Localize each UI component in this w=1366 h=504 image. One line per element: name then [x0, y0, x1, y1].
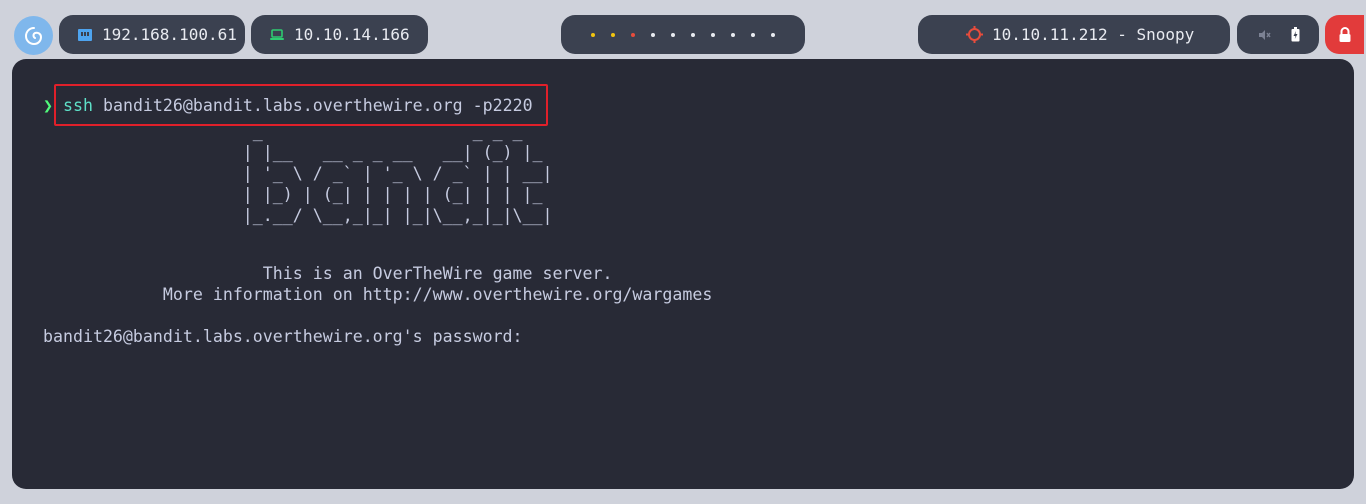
- terminal-window[interactable]: ❯ ssh bandit26@bandit.labs.overthewire.o…: [12, 59, 1354, 489]
- crosshair-icon: [966, 26, 983, 43]
- workspace-dot[interactable]: [751, 32, 755, 37]
- workspace-dot[interactable]: [711, 32, 715, 37]
- speaker-muted-icon[interactable]: [1257, 28, 1271, 42]
- command-name: ssh: [63, 96, 93, 115]
- workspace-dot[interactable]: [591, 32, 595, 37]
- command-args: bandit26@bandit.labs.overthewire.org -p2…: [92, 96, 533, 115]
- workspace-dot[interactable]: [771, 32, 775, 37]
- lock-icon: [1338, 26, 1352, 43]
- system-tray[interactable]: [1237, 15, 1319, 54]
- workspace-dot[interactable]: [651, 32, 655, 37]
- network-ip-pill[interactable]: 192.168.100.61: [59, 15, 245, 54]
- workspace-dot[interactable]: [691, 32, 695, 37]
- lock-button[interactable]: [1325, 15, 1364, 54]
- top-bar: 192.168.100.61 10.10.14.166 10.10.11.212…: [0, 0, 1366, 58]
- vpn-ip-label: 10.10.14.166: [294, 25, 410, 44]
- password-prompt: bandit26@bandit.labs.overthewire.org's p…: [43, 327, 523, 346]
- vpn-ip-pill[interactable]: 10.10.14.166: [251, 15, 428, 54]
- workspace-dot[interactable]: [611, 32, 615, 37]
- workspace-dot[interactable]: [631, 32, 635, 37]
- prompt-symbol: ❯: [43, 96, 53, 115]
- target-label: 10.10.11.212 - Snoopy: [992, 25, 1195, 44]
- network-ip-label: 192.168.100.61: [102, 25, 237, 44]
- command-line: ❯ ssh bandit26@bandit.labs.overthewire.o…: [43, 95, 533, 116]
- target-pill[interactable]: 10.10.11.212 - Snoopy: [918, 15, 1230, 54]
- workspace-dot[interactable]: [671, 32, 675, 37]
- battery-icon[interactable]: [1291, 27, 1300, 42]
- workspace-indicators[interactable]: [561, 15, 805, 54]
- ethernet-icon: [77, 27, 93, 43]
- laptop-icon: [269, 27, 285, 43]
- ascii-art-banner: _ _ _ _ | |__ __ _ _ __ __| (_) |_ | '_ …: [242, 122, 553, 225]
- workspace-dot[interactable]: [731, 32, 735, 37]
- banner-line-1: This is an OverTheWire game server.: [43, 264, 613, 283]
- debian-swirl-icon[interactable]: [14, 16, 53, 55]
- banner-line-2: More information on http://www.overthewi…: [43, 285, 713, 304]
